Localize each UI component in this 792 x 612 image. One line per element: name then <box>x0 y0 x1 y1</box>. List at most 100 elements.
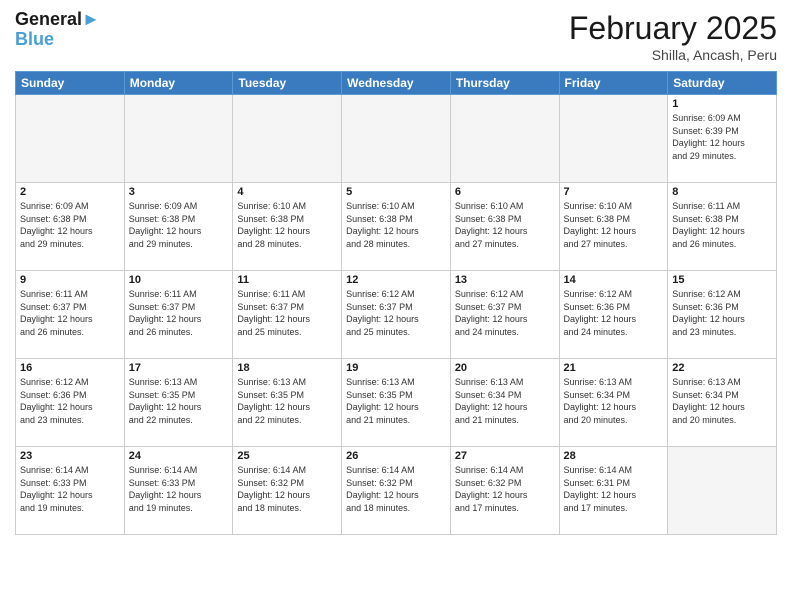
day-header-monday: Monday <box>124 72 233 95</box>
calendar-week-4: 16Sunrise: 6:12 AM Sunset: 6:36 PM Dayli… <box>16 359 777 447</box>
day-number: 27 <box>455 450 555 462</box>
calendar-cell: 27 Sunrise: 6:14 AM Sunset: 6:32 PM Dayli… <box>450 447 559 535</box>
calendar-cell: 26 Sunrise: 6:14 AM Sunset: 6:32 PM Dayli… <box>342 447 451 535</box>
calendar-cell: 7 Sunrise: 6:10 AM Sunset: 6:38 PM Daylig… <box>559 183 668 271</box>
day-number: 5 <box>346 186 446 198</box>
day-number: 15 <box>672 274 772 286</box>
calendar-cell: 12 Sunrise: 6:12 AM Sunset: 6:37 PM Dayli… <box>342 271 451 359</box>
day-info: Sunrise: 6:11 AM Sunset: 6:37 PM Dayligh… <box>237 288 337 338</box>
calendar-cell: 28 Sunrise: 6:14 AM Sunset: 6:31 PM Dayli… <box>559 447 668 535</box>
calendar-cell: 8Sunrise: 6:11 AM Sunset: 6:38 PM Daylig… <box>668 183 777 271</box>
day-number: 2 <box>20 186 120 198</box>
calendar-cell: 14 Sunrise: 6:12 AM Sunset: 6:36 PM Dayli… <box>559 271 668 359</box>
calendar-cell: 10Sunrise: 6:11 AM Sunset: 6:37 PM Dayli… <box>124 271 233 359</box>
calendar-cell <box>124 95 233 183</box>
day-number: 13 <box>455 274 555 286</box>
day-info: Sunrise: 6:14 AM Sunset: 6:32 PM Dayligh… <box>455 464 555 514</box>
calendar-cell: 2 Sunrise: 6:09 AM Sunset: 6:38 PM Daylig… <box>16 183 125 271</box>
calendar-week-1: 1 Sunrise: 6:09 AM Sunset: 6:39 PM Daylig… <box>16 95 777 183</box>
day-number: 6 <box>455 186 555 198</box>
calendar-cell: 1 Sunrise: 6:09 AM Sunset: 6:39 PM Daylig… <box>668 95 777 183</box>
calendar-cell <box>668 447 777 535</box>
day-info: Sunrise: 6:10 AM Sunset: 6:38 PM Dayligh… <box>237 200 337 250</box>
day-info: Sunrise: 6:11 AM Sunset: 6:37 PM Dayligh… <box>129 288 229 338</box>
day-header-saturday: Saturday <box>668 72 777 95</box>
day-info: Sunrise: 6:13 AM Sunset: 6:34 PM Dayligh… <box>672 376 772 426</box>
calendar-cell: 5 Sunrise: 6:10 AM Sunset: 6:38 PM Daylig… <box>342 183 451 271</box>
logo-text: General► Blue <box>15 10 100 50</box>
day-info: Sunrise: 6:09 AM Sunset: 6:38 PM Dayligh… <box>129 200 229 250</box>
calendar-week-2: 2 Sunrise: 6:09 AM Sunset: 6:38 PM Daylig… <box>16 183 777 271</box>
day-number: 21 <box>564 362 664 374</box>
calendar-title: February 2025 <box>569 10 777 47</box>
day-info: Sunrise: 6:10 AM Sunset: 6:38 PM Dayligh… <box>346 200 446 250</box>
calendar-cell: 9 Sunrise: 6:11 AM Sunset: 6:37 PM Daylig… <box>16 271 125 359</box>
calendar-subtitle: Shilla, Ancash, Peru <box>569 47 777 63</box>
day-number: 24 <box>129 450 229 462</box>
title-block: February 2025 Shilla, Ancash, Peru <box>569 10 777 63</box>
day-number: 18 <box>237 362 337 374</box>
calendar-cell: 24 Sunrise: 6:14 AM Sunset: 6:33 PM Dayli… <box>124 447 233 535</box>
calendar-cell: 17Sunrise: 6:13 AM Sunset: 6:35 PM Dayli… <box>124 359 233 447</box>
calendar-cell: 11 Sunrise: 6:11 AM Sunset: 6:37 PM Dayli… <box>233 271 342 359</box>
calendar-cell <box>559 95 668 183</box>
calendar-cell: 18Sunrise: 6:13 AM Sunset: 6:35 PM Dayli… <box>233 359 342 447</box>
day-info: Sunrise: 6:14 AM Sunset: 6:32 PM Dayligh… <box>346 464 446 514</box>
day-header-tuesday: Tuesday <box>233 72 342 95</box>
day-number: 12 <box>346 274 446 286</box>
day-info: Sunrise: 6:10 AM Sunset: 6:38 PM Dayligh… <box>455 200 555 250</box>
calendar-cell <box>450 95 559 183</box>
calendar-week-5: 23 Sunrise: 6:14 AM Sunset: 6:33 PM Dayli… <box>16 447 777 535</box>
day-number: 11 <box>237 274 337 286</box>
calendar-week-3: 9 Sunrise: 6:11 AM Sunset: 6:37 PM Daylig… <box>16 271 777 359</box>
day-number: 19 <box>346 362 446 374</box>
day-info: Sunrise: 6:11 AM Sunset: 6:37 PM Dayligh… <box>20 288 120 338</box>
header: General► Blue February 2025 Shilla, Anca… <box>15 10 777 63</box>
day-info: Sunrise: 6:12 AM Sunset: 6:37 PM Dayligh… <box>455 288 555 338</box>
day-info: Sunrise: 6:14 AM Sunset: 6:33 PM Dayligh… <box>129 464 229 514</box>
calendar-cell: 13 Sunrise: 6:12 AM Sunset: 6:37 PM Dayli… <box>450 271 559 359</box>
calendar-cell: 16Sunrise: 6:12 AM Sunset: 6:36 PM Dayli… <box>16 359 125 447</box>
day-header-wednesday: Wednesday <box>342 72 451 95</box>
calendar-cell: 22 Sunrise: 6:13 AM Sunset: 6:34 PM Dayli… <box>668 359 777 447</box>
calendar-cell: 3 Sunrise: 6:09 AM Sunset: 6:38 PM Daylig… <box>124 183 233 271</box>
day-info: Sunrise: 6:13 AM Sunset: 6:35 PM Dayligh… <box>129 376 229 426</box>
day-number: 22 <box>672 362 772 374</box>
day-info: Sunrise: 6:14 AM Sunset: 6:33 PM Dayligh… <box>20 464 120 514</box>
day-number: 16 <box>20 362 120 374</box>
calendar-cell <box>233 95 342 183</box>
day-header-thursday: Thursday <box>450 72 559 95</box>
day-info: Sunrise: 6:10 AM Sunset: 6:38 PM Dayligh… <box>564 200 664 250</box>
day-number: 28 <box>564 450 664 462</box>
day-number: 25 <box>237 450 337 462</box>
day-header-sunday: Sunday <box>16 72 125 95</box>
day-info: Sunrise: 6:14 AM Sunset: 6:32 PM Dayligh… <box>237 464 337 514</box>
calendar-cell: 25 Sunrise: 6:14 AM Sunset: 6:32 PM Dayli… <box>233 447 342 535</box>
calendar-header-row: SundayMondayTuesdayWednesdayThursdayFrid… <box>16 72 777 95</box>
calendar-cell: 4 Sunrise: 6:10 AM Sunset: 6:38 PM Daylig… <box>233 183 342 271</box>
day-info: Sunrise: 6:13 AM Sunset: 6:34 PM Dayligh… <box>564 376 664 426</box>
day-number: 9 <box>20 274 120 286</box>
calendar-cell: 21 Sunrise: 6:13 AM Sunset: 6:34 PM Dayli… <box>559 359 668 447</box>
day-number: 20 <box>455 362 555 374</box>
day-number: 1 <box>672 98 772 110</box>
day-number: 23 <box>20 450 120 462</box>
calendar-cell: 19Sunrise: 6:13 AM Sunset: 6:35 PM Dayli… <box>342 359 451 447</box>
day-info: Sunrise: 6:13 AM Sunset: 6:34 PM Dayligh… <box>455 376 555 426</box>
calendar-cell: 23 Sunrise: 6:14 AM Sunset: 6:33 PM Dayli… <box>16 447 125 535</box>
day-number: 4 <box>237 186 337 198</box>
day-number: 7 <box>564 186 664 198</box>
day-info: Sunrise: 6:14 AM Sunset: 6:31 PM Dayligh… <box>564 464 664 514</box>
day-info: Sunrise: 6:09 AM Sunset: 6:39 PM Dayligh… <box>672 112 772 162</box>
day-info: Sunrise: 6:12 AM Sunset: 6:36 PM Dayligh… <box>564 288 664 338</box>
calendar-table: SundayMondayTuesdayWednesdayThursdayFrid… <box>15 71 777 535</box>
day-number: 14 <box>564 274 664 286</box>
day-number: 3 <box>129 186 229 198</box>
day-info: Sunrise: 6:12 AM Sunset: 6:37 PM Dayligh… <box>346 288 446 338</box>
day-info: Sunrise: 6:09 AM Sunset: 6:38 PM Dayligh… <box>20 200 120 250</box>
page: General► Blue February 2025 Shilla, Anca… <box>0 0 792 612</box>
day-number: 26 <box>346 450 446 462</box>
calendar-cell <box>16 95 125 183</box>
day-info: Sunrise: 6:12 AM Sunset: 6:36 PM Dayligh… <box>672 288 772 338</box>
calendar-cell: 15 Sunrise: 6:12 AM Sunset: 6:36 PM Dayli… <box>668 271 777 359</box>
